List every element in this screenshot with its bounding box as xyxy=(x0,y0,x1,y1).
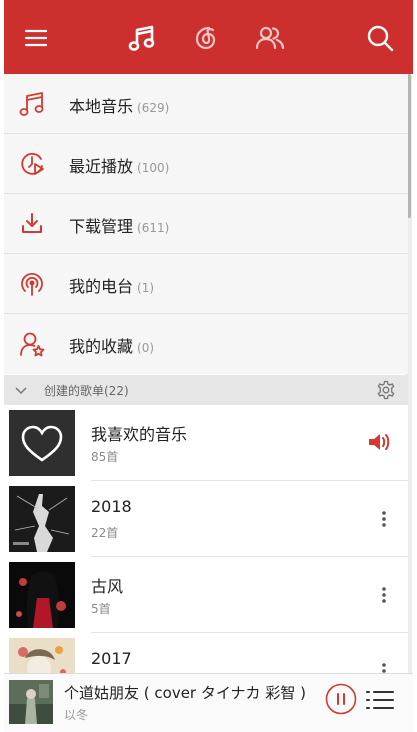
pause-button[interactable] xyxy=(325,683,357,715)
pause-icon xyxy=(325,683,357,715)
playlist-name: 古风 xyxy=(91,577,124,596)
playlist-queue-button[interactable] xyxy=(366,686,394,714)
playlist-name: 我喜欢的音乐 xyxy=(91,425,188,444)
favorites-user-icon xyxy=(18,330,46,358)
menu-item-label: 本地音乐 xyxy=(69,97,134,116)
menu-item-download-manager[interactable]: 下载管理 (611) xyxy=(4,194,408,254)
now-playing-cover[interactable] xyxy=(9,680,53,724)
list-item-playlist[interactable]: 2017 xyxy=(4,633,408,675)
menu-item-count: (1) xyxy=(137,281,155,295)
playlist-name: 2018 xyxy=(91,497,132,516)
more-options-icon[interactable] xyxy=(374,509,394,529)
menu-item-count: (100) xyxy=(137,161,170,175)
playlist-name: 2017 xyxy=(91,649,132,668)
menu-item-label: 最近播放 xyxy=(69,157,134,176)
menu-item-label: 我的电台 xyxy=(69,277,134,296)
menu-item-label: 下载管理 xyxy=(69,217,134,236)
now-playing-speaker-icon xyxy=(366,429,392,455)
menu-item-count: (629) xyxy=(137,101,170,115)
menu-item-recent-play[interactable]: 最近播放 (100) xyxy=(4,134,408,194)
menu-item-count: (611) xyxy=(137,221,170,235)
list-item-playlist[interactable]: 古风 5首 xyxy=(4,557,408,633)
playlist-track-count: 22首 xyxy=(91,526,119,540)
playlist-cover xyxy=(9,486,75,552)
top-app-bar xyxy=(4,0,413,74)
playlist-list: 我喜欢的音乐 85首 2018 22首 古风 5首 2017 xyxy=(4,405,408,675)
my-music-menu: 本地音乐 (629) 最近播放 (100) 下载管理 (611) 我的电台 (1) 我的… xyxy=(4,74,408,374)
menu-item-my-favorites[interactable]: 我的收藏 (0) xyxy=(4,314,408,374)
mini-player-bar[interactable]: 个道姑朋友 ( cover タイナカ 彩智 ) 以冬 xyxy=(4,673,413,732)
now-playing-artist: 以冬 xyxy=(64,708,89,722)
playlist-cover xyxy=(9,562,75,628)
menu-item-count: (0) xyxy=(137,341,155,355)
friends-icon[interactable] xyxy=(252,20,288,56)
netease-cloud-icon[interactable] xyxy=(188,20,224,56)
more-options-icon[interactable] xyxy=(374,585,394,605)
playlist-track-count: 85首 xyxy=(91,450,119,464)
gear-icon[interactable] xyxy=(376,380,396,400)
download-icon xyxy=(18,210,46,238)
section-title: 创建的歌单(22) xyxy=(44,384,129,398)
chevron-down-icon[interactable] xyxy=(14,383,28,397)
radio-icon xyxy=(18,270,46,298)
queue-list-icon xyxy=(366,691,394,709)
created-playlists-header[interactable]: 创建的歌单(22) xyxy=(4,375,408,405)
menu-item-my-radio[interactable]: 我的电台 (1) xyxy=(4,254,408,314)
recent-play-icon xyxy=(18,150,46,178)
playlist-cover xyxy=(9,638,75,675)
menu-item-local-music[interactable]: 本地音乐 (629) xyxy=(4,74,408,134)
menu-item-label: 我的收藏 xyxy=(69,337,134,356)
list-item-playlist[interactable]: 我喜欢的音乐 85首 xyxy=(4,405,408,481)
list-item-playlist[interactable]: 2018 22首 xyxy=(4,481,408,557)
playlist-cover xyxy=(9,410,75,476)
music-note-icon[interactable] xyxy=(124,20,160,56)
menu-icon[interactable] xyxy=(18,20,54,56)
music-note-icon xyxy=(18,90,46,118)
heart-icon xyxy=(21,425,63,462)
playlist-track-count: 5首 xyxy=(91,602,111,616)
now-playing-title: 个道姑朋友 ( cover タイナカ 彩智 ) xyxy=(64,684,306,702)
search-icon[interactable] xyxy=(362,20,398,56)
